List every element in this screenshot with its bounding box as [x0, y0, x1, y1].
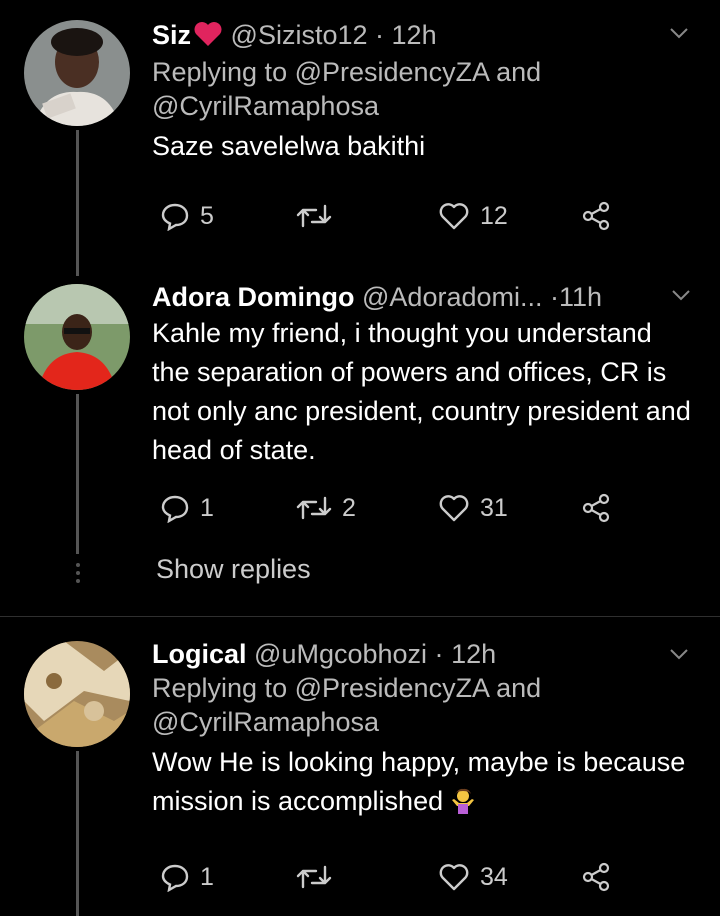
- heart-emoji-icon: [193, 21, 223, 55]
- replying-prefix: Replying to: [152, 673, 295, 703]
- tweet-text: Wow He is looking happy, maybe is becaus…: [152, 747, 686, 816]
- retweet-icon: [296, 202, 332, 230]
- avatar[interactable]: [24, 20, 130, 126]
- separator-dot: ·: [375, 20, 385, 50]
- user-handle[interactable]: @uMgcobhozi: [254, 639, 427, 669]
- heart-icon: [438, 862, 470, 892]
- timestamp[interactable]: 11h: [559, 282, 602, 312]
- reply-button[interactable]: 1: [160, 488, 214, 528]
- timestamp[interactable]: 12h: [392, 20, 437, 50]
- like-button[interactable]: 34: [438, 857, 508, 897]
- like-count: 31: [480, 493, 508, 522]
- avatar[interactable]: [24, 641, 130, 747]
- avatar[interactable]: [24, 284, 130, 390]
- retweet-icon: [296, 494, 332, 522]
- heart-icon: [438, 201, 470, 231]
- share-icon: [580, 861, 612, 893]
- person-shrugging-emoji-icon: [449, 786, 477, 814]
- share-button[interactable]: [580, 857, 612, 897]
- reply-icon: [160, 201, 190, 231]
- user-handle[interactable]: @Sizisto12: [231, 20, 368, 50]
- heart-icon: [438, 493, 470, 523]
- retweet-icon: [296, 863, 332, 891]
- separator-dot: ·: [550, 282, 560, 312]
- timestamp[interactable]: 12h: [451, 639, 496, 669]
- mention-presidencyza[interactable]: @PresidencyZA: [295, 673, 489, 703]
- thread-line: [76, 394, 79, 554]
- share-icon: [580, 492, 612, 524]
- reply-button[interactable]: 1: [160, 857, 214, 897]
- replying-and: and: [488, 673, 542, 703]
- share-icon: [580, 200, 612, 232]
- reply-count: 1: [200, 493, 214, 522]
- retweet-button[interactable]: [296, 857, 342, 897]
- separator-dot: ·: [434, 639, 444, 669]
- retweet-button[interactable]: [296, 196, 342, 236]
- retweet-count: 2: [342, 493, 356, 522]
- chevron-down-icon[interactable]: [668, 22, 690, 44]
- reply-count: 5: [200, 201, 214, 230]
- chevron-down-icon[interactable]: [670, 284, 692, 306]
- share-button[interactable]: [580, 196, 612, 236]
- display-name[interactable]: Adora Domingo: [152, 282, 355, 312]
- reply-icon: [160, 862, 190, 892]
- mention-cyrilramaphosa[interactable]: @CyrilRamaphosa: [152, 91, 379, 121]
- replying-and: and: [488, 57, 542, 87]
- like-button[interactable]: 31: [438, 488, 508, 528]
- display-name[interactable]: Logical: [152, 639, 247, 669]
- tweet-header: Logical @uMgcobhozi · 12h: [152, 637, 692, 671]
- reply-button[interactable]: 5: [160, 196, 214, 236]
- reply-count: 1: [200, 862, 214, 891]
- share-button[interactable]: [580, 488, 612, 528]
- replying-to: Replying to @PresidencyZA and @CyrilRama…: [152, 671, 692, 739]
- tweet-text: Saze savelelwa bakithi: [152, 131, 426, 161]
- reply-icon: [160, 493, 190, 523]
- like-count: 12: [480, 201, 508, 230]
- mention-cyrilramaphosa[interactable]: @CyrilRamaphosa: [152, 707, 379, 737]
- user-handle[interactable]: @Adoradomi...: [362, 282, 542, 312]
- tweet-2[interactable]: Adora Domingo @Adoradomi... ·11h Kahle m…: [0, 276, 720, 616]
- chevron-down-icon[interactable]: [668, 643, 690, 665]
- tweet-header: Adora Domingo @Adoradomi... ·11h: [152, 280, 692, 314]
- display-name[interactable]: Siz: [152, 20, 191, 50]
- replying-to: Replying to @PresidencyZA and @CyrilRama…: [152, 55, 692, 123]
- tweet-text-container: Wow He is looking happy, maybe is becaus…: [152, 743, 692, 821]
- tweet-3[interactable]: Logical @uMgcobhozi · 12h Replying to @P…: [0, 617, 720, 916]
- replying-prefix: Replying to: [152, 57, 295, 87]
- like-button[interactable]: 12: [438, 196, 508, 236]
- like-count: 34: [480, 862, 508, 891]
- tweet-header: Siz @Sizisto12 · 12h: [152, 18, 692, 55]
- thread-dots: [76, 563, 80, 587]
- thread-line: [76, 751, 79, 916]
- mention-presidencyza[interactable]: @PresidencyZA: [295, 57, 489, 87]
- tweet-1[interactable]: Siz @Sizisto12 · 12h Replying to @Presid…: [0, 0, 720, 276]
- show-replies-link[interactable]: Show replies: [156, 554, 311, 585]
- thread-line: [76, 130, 79, 276]
- retweet-button[interactable]: 2: [296, 488, 356, 528]
- tweet-text: Kahle my friend, i thought you understan…: [152, 318, 691, 465]
